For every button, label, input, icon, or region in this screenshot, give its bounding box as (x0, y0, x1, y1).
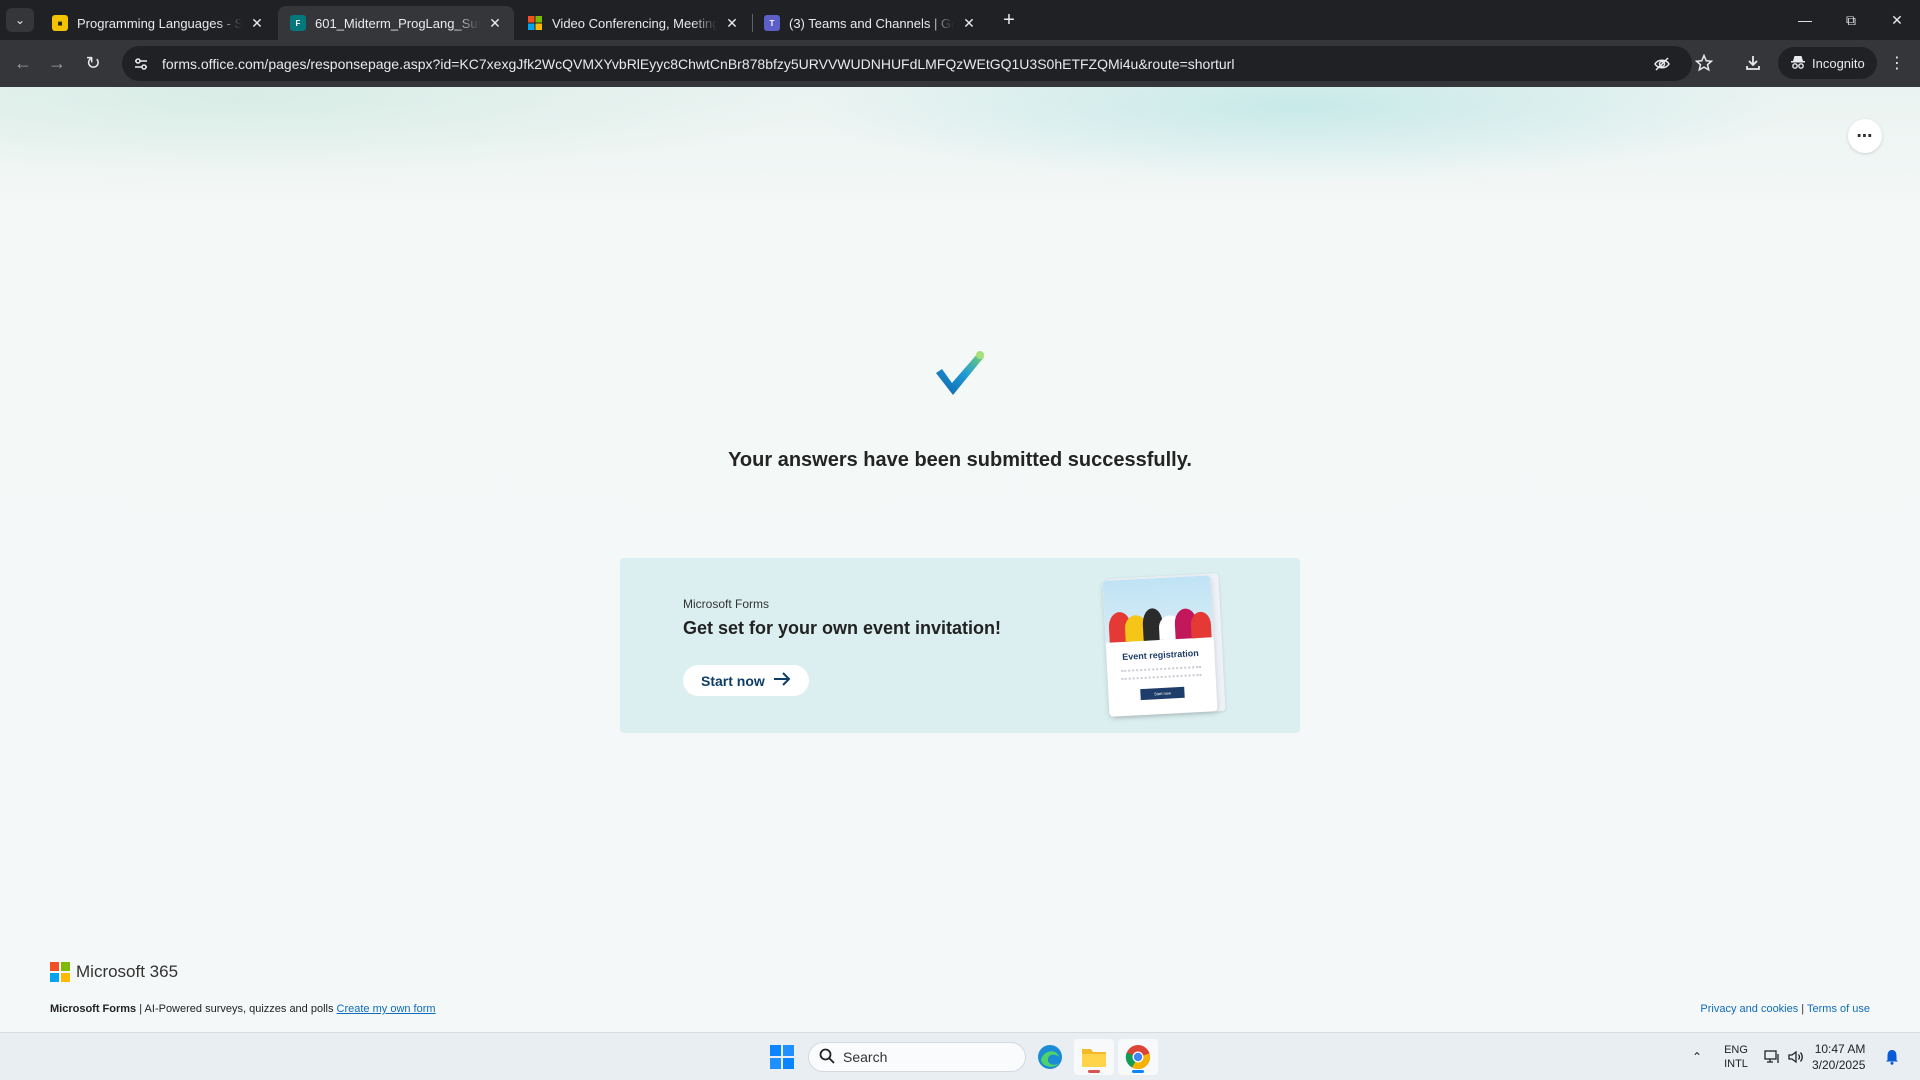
microsoft-365-logo[interactable]: Microsoft 365 (50, 962, 178, 982)
more-options-icon[interactable]: ⋯ (1848, 119, 1882, 153)
promo-banner: Microsoft Forms Get set for your own eve… (620, 558, 1300, 733)
tab-programming-languages[interactable]: ■ Programming Languages - SY2 ✕ (40, 6, 276, 40)
incognito-label: Incognito (1812, 55, 1865, 71)
notification-bell-icon[interactable] (1880, 1033, 1904, 1080)
network-icon[interactable] (1760, 1033, 1784, 1080)
running-indicator (1132, 1070, 1144, 1073)
terms-link[interactable]: Terms of use (1807, 1003, 1870, 1015)
people-illustration (1102, 575, 1214, 643)
tab-title: (3) Teams and Channels | Gene (789, 15, 954, 31)
privacy-link[interactable]: Privacy and cookies (1700, 1003, 1798, 1015)
tab-title: 601_Midterm_ProgLang_Summ (315, 15, 480, 31)
language-indicator[interactable]: ENG INTL (1716, 1033, 1756, 1080)
success-message: Your answers have been submitted success… (728, 449, 1192, 471)
new-tab-plus-icon[interactable]: + (995, 8, 1023, 32)
card-title: Event registration (1121, 647, 1199, 662)
card-start-button: Start now (1140, 686, 1185, 701)
microsoft-logo-icon (50, 962, 70, 982)
back-arrow-icon[interactable]: ← (8, 48, 38, 78)
footer-separator: | (1798, 1003, 1808, 1015)
close-tab-icon[interactable]: ✕ (248, 14, 266, 32)
search-icon (819, 1048, 835, 1067)
clock-date: 3/20/2025 (1812, 1058, 1866, 1072)
language-top: ENG (1724, 1044, 1748, 1056)
language-bottom: INTL (1724, 1058, 1748, 1070)
download-icon[interactable] (1738, 48, 1768, 78)
footer-left: Microsoft Forms | AI-Powered surveys, qu… (50, 1003, 436, 1015)
browser-toolbar: ← → ↻ forms.office.com/pages/responsepag… (0, 40, 1920, 87)
taskbar-search[interactable]: Search (808, 1042, 1026, 1072)
microsoft-icon (527, 15, 543, 31)
chrome-icon[interactable] (1118, 1039, 1158, 1075)
close-tab-icon[interactable]: ✕ (723, 14, 741, 32)
search-placeholder: Search (843, 1049, 888, 1065)
file-explorer-icon[interactable] (1074, 1039, 1114, 1075)
reload-icon[interactable]: ↻ (78, 48, 108, 78)
kebab-menu-icon[interactable]: ⋮ (1882, 48, 1912, 78)
tab-title: Video Conferencing, Meetings, (552, 15, 717, 31)
forward-arrow-icon[interactable]: → (42, 48, 72, 78)
tab-title: Programming Languages - SY2 (77, 15, 242, 31)
microsoft-365-text: Microsoft 365 (76, 962, 179, 981)
tab-teams-channels[interactable]: T (3) Teams and Channels | Gene ✕ (752, 6, 988, 40)
footer-right: Privacy and cookies | Terms of use (1700, 1003, 1870, 1015)
teams-icon: T (764, 15, 780, 31)
start-now-button[interactable]: Start now (683, 665, 809, 696)
start-now-label: Start now (701, 672, 765, 689)
eye-slash-icon[interactable] (1648, 50, 1676, 78)
clock-time: 10:47 AM (1814, 1042, 1866, 1056)
arrow-right-icon (773, 672, 791, 689)
success-checkmark-icon (936, 351, 984, 395)
tab-midterm-form[interactable]: F 601_Midterm_ProgLang_Summ ✕ (278, 6, 514, 40)
close-tab-icon[interactable]: ✕ (960, 14, 978, 32)
tab-strip: ⌄ ■ Programming Languages - SY2 ✕ F 601_… (0, 0, 1920, 40)
tab-search-chevron-icon[interactable]: ⌄ (6, 8, 34, 32)
forms-response-page: ⋯ Your answers have been submitted succe… (0, 87, 1920, 1032)
minimize-icon[interactable]: — (1782, 0, 1828, 40)
close-tab-icon[interactable]: ✕ (486, 14, 504, 32)
card-text-lines (1121, 665, 1202, 681)
site-info-tune-icon[interactable] (126, 49, 156, 79)
promo-headline: Get set for your own event invitation! (683, 618, 1002, 638)
taskbar: Search ⌃ ENG INTL 10:47 AM 3/20/2025 (0, 1032, 1920, 1080)
event-registration-illustration: Event registration Start now (1102, 575, 1218, 717)
incognito-icon (1790, 54, 1806, 73)
running-indicator (1088, 1070, 1100, 1073)
edge-icon[interactable] (1030, 1039, 1070, 1075)
restore-icon[interactable]: ⧉ (1828, 0, 1874, 40)
bookmark-star-icon[interactable] (1689, 48, 1719, 78)
show-hidden-icons-chevron-icon[interactable]: ⌃ (1682, 1033, 1712, 1080)
volume-icon[interactable] (1784, 1033, 1808, 1080)
incognito-indicator[interactable]: Incognito (1778, 47, 1877, 79)
system-clock[interactable]: 10:47 AM 3/20/2025 (1812, 1041, 1865, 1073)
create-form-link[interactable]: Create my own form (337, 1003, 436, 1015)
url-text: forms.office.com/pages/responsepage.aspx… (162, 55, 1235, 72)
forms-icon: F (290, 15, 306, 31)
promo-brand: Microsoft Forms (683, 597, 770, 611)
tab-video-conferencing[interactable]: Video Conferencing, Meetings, ✕ (515, 6, 751, 40)
address-bar[interactable]: forms.office.com/pages/responsepage.aspx… (122, 46, 1692, 81)
yellow-docs-icon: ■ (52, 15, 68, 31)
windows-start-icon[interactable] (762, 1039, 802, 1075)
footer-tagline: | AI-Powered surveys, quizzes and polls (136, 1003, 337, 1015)
footer-product: Microsoft Forms (50, 1003, 137, 1015)
window-close-icon[interactable]: ✕ (1874, 0, 1920, 40)
